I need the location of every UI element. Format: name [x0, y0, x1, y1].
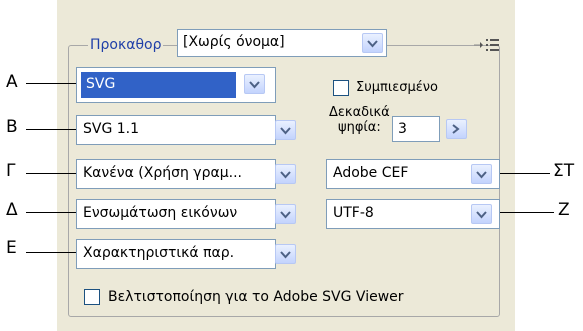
- preset-dropdown-arrow[interactable]: [362, 33, 383, 53]
- chevron-down-icon: [280, 211, 291, 219]
- decimals-label-line1: Δεκαδικά: [329, 105, 390, 120]
- chevron-down-icon: [280, 127, 291, 135]
- chevron-down-icon: [249, 81, 260, 89]
- callout-g: Γ: [6, 161, 16, 181]
- callout-st: ΣΤ: [553, 161, 575, 181]
- preset-value: [Χωρίς όνομα]: [183, 34, 285, 50]
- compressed-checkbox[interactable]: [333, 80, 349, 96]
- chevron-down-icon: [367, 40, 378, 48]
- callout-d: Δ: [6, 200, 18, 220]
- callout-z: Z: [558, 200, 570, 220]
- images-value: Ενσωμάτωση εικόνων: [83, 205, 238, 221]
- callout-e: E: [6, 238, 17, 258]
- images-dropdown-arrow[interactable]: [275, 204, 296, 224]
- format-value: SVG: [86, 76, 116, 92]
- callout-st-line: [500, 173, 550, 174]
- panel-menu-icon[interactable]: [474, 36, 502, 52]
- callout-g-line: [26, 173, 76, 174]
- optimize-checkbox[interactable]: [84, 289, 100, 305]
- callout-b: B: [6, 117, 18, 137]
- font-subset-value: Κανένα (Χρήση γραμ...: [83, 165, 242, 181]
- callout-b-line: [26, 129, 76, 130]
- decimals-input[interactable]: 3: [392, 116, 440, 142]
- font-subset-dropdown-arrow[interactable]: [275, 164, 296, 184]
- preset-label: Προκαθορ: [88, 37, 164, 53]
- encoding-dropdown-arrow[interactable]: [471, 204, 492, 224]
- attributes-value: Χαρακτηριστικά παρ.: [83, 245, 235, 261]
- callout-z-line: [500, 212, 554, 213]
- font-location-value: Adobe CEF: [333, 165, 409, 181]
- chevron-down-icon: [280, 171, 291, 179]
- compressed-label: Συμπιεσμένο: [356, 80, 439, 95]
- chevron-down-icon: [476, 211, 487, 219]
- dtd-value: SVG 1.1: [83, 121, 140, 137]
- chevron-down-icon: [280, 251, 291, 259]
- decimals-label-line2: ψηφία:: [338, 120, 381, 135]
- format-dropdown-arrow[interactable]: [244, 74, 265, 94]
- dtd-dropdown-arrow[interactable]: [275, 120, 296, 140]
- callout-d-line: [26, 212, 76, 213]
- attributes-dropdown-arrow[interactable]: [275, 244, 296, 264]
- callout-a: A: [6, 72, 18, 92]
- decimals-stepper-button[interactable]: [446, 119, 467, 139]
- chevron-right-icon: [452, 124, 460, 134]
- optimize-label: Βελτιστοποίηση για το Adobe SVG Viewer: [108, 289, 404, 305]
- callout-e-line: [26, 252, 76, 253]
- encoding-value: UTF-8: [333, 205, 374, 221]
- chevron-down-icon: [476, 171, 487, 179]
- font-location-dropdown-arrow[interactable]: [471, 164, 492, 184]
- callout-a-line: [26, 83, 76, 84]
